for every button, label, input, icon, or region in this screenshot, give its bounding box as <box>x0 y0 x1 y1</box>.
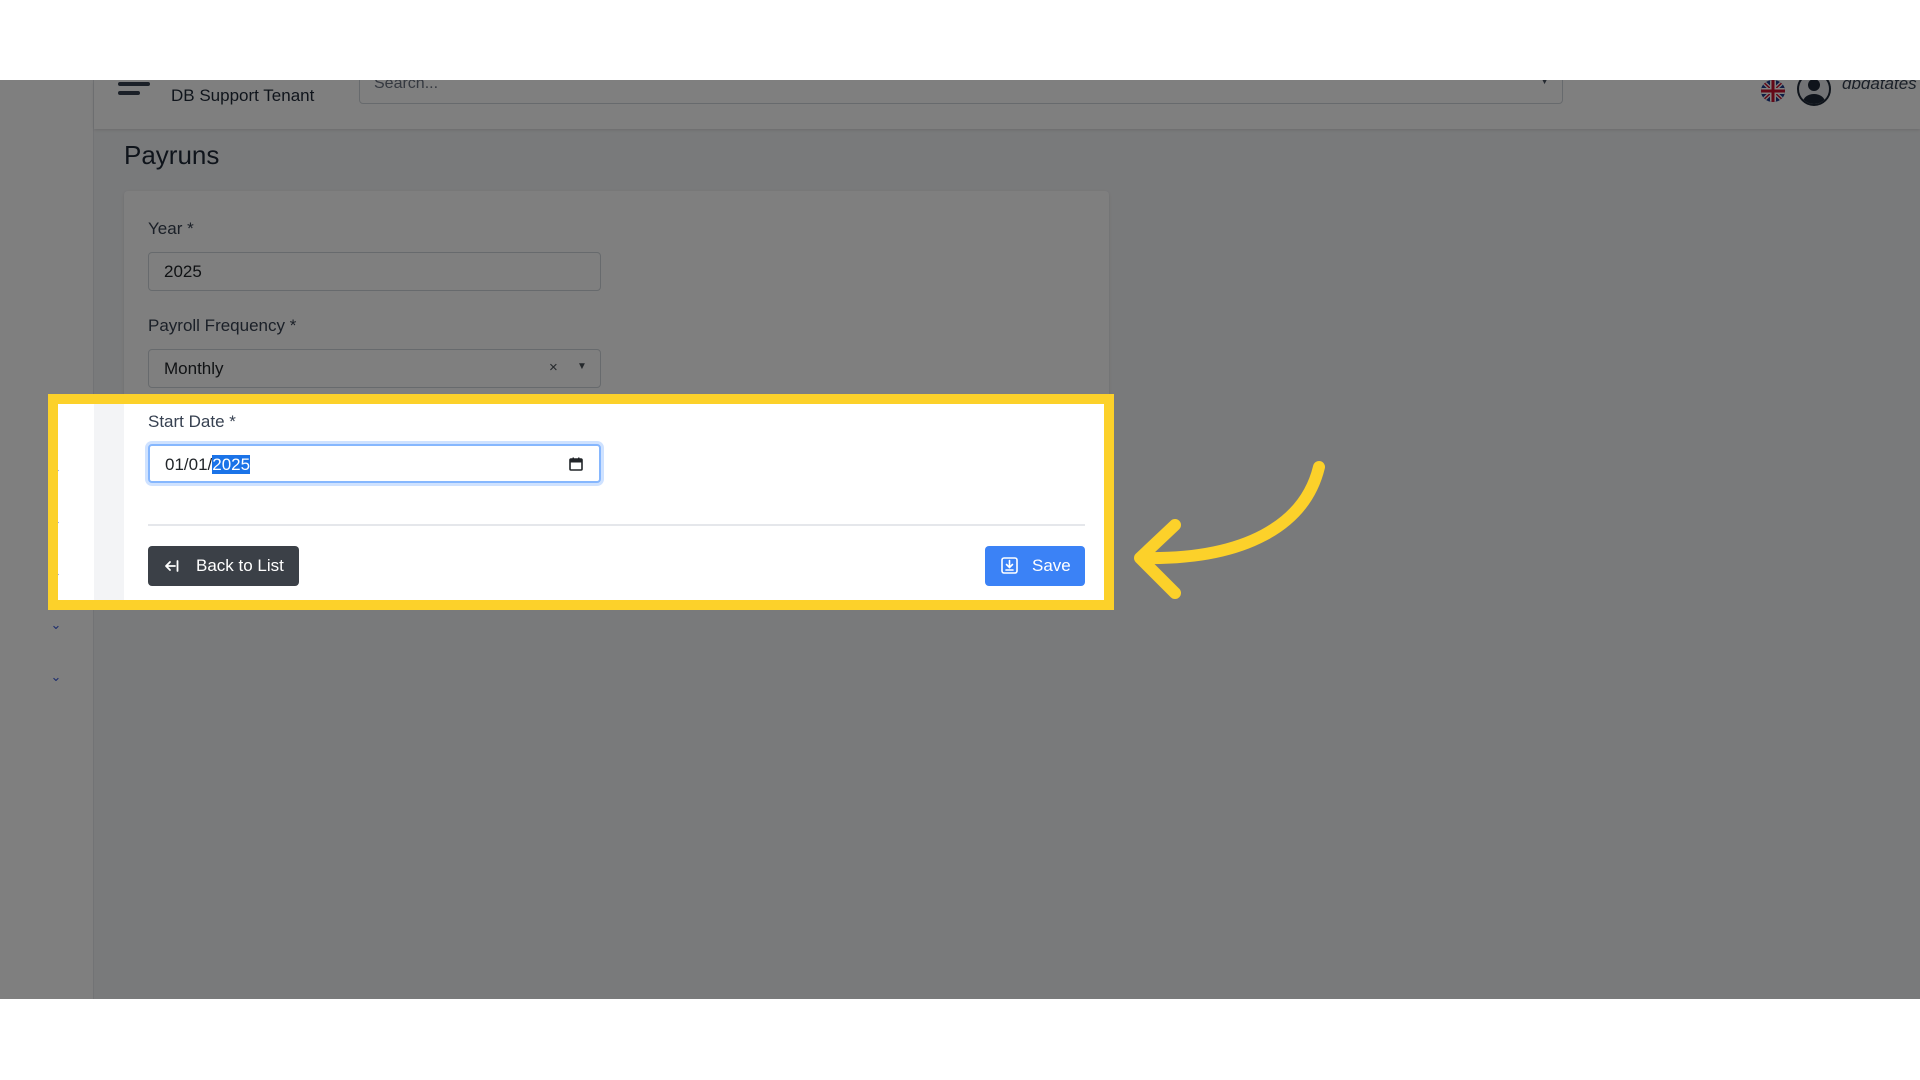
highlight-box <box>48 394 1114 610</box>
username[interactable]: dbdatates <box>1842 80 1917 94</box>
payroll-frequency-select[interactable]: Monthly × ▼ <box>148 349 601 388</box>
top-bar: DB Support Tenant Search... ▼ dbdatates <box>94 80 1920 129</box>
payroll-frequency-label: Payroll Frequency * <box>148 316 297 335</box>
year-label: Year * <box>148 219 194 238</box>
tenant-name: DB Support Tenant <box>171 86 315 105</box>
uk-flag-icon[interactable] <box>1761 80 1785 102</box>
chevron-down-icon[interactable]: ▼ <box>577 361 587 372</box>
clear-icon[interactable]: × <box>549 359 558 376</box>
chevron-down-icon[interactable]: ⌄ <box>49 670 63 684</box>
hamburger-icon[interactable] <box>118 82 150 104</box>
screenshot-canvas: ⌄ ⌄ ⌄ ⌄ ⌄ DB Support Tenant Search... ▼ <box>0 0 1920 1080</box>
payroll-frequency-value: Monthly <box>164 359 224 378</box>
chevron-down-icon[interactable]: ⌄ <box>49 618 63 632</box>
page-title: Payruns <box>124 140 220 170</box>
search-input[interactable]: Search... ▼ <box>359 80 1563 104</box>
pointer-arrow-icon <box>1134 461 1325 599</box>
year-value: 2025 <box>164 262 202 281</box>
user-avatar-icon[interactable] <box>1797 80 1831 106</box>
search-placeholder: Search... <box>374 80 439 92</box>
year-field[interactable]: 2025 <box>148 252 601 291</box>
chevron-down-icon[interactable]: ▼ <box>1539 80 1550 87</box>
